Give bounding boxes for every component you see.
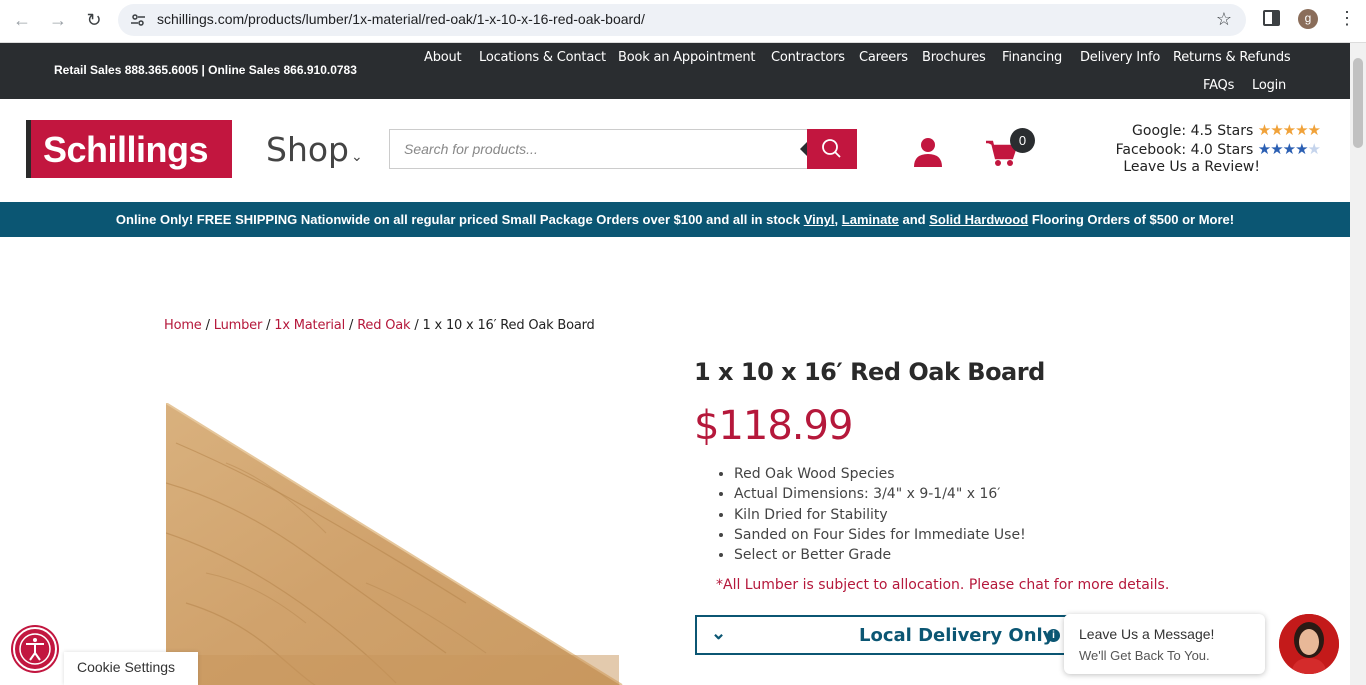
promo-link-solid-hardwood[interactable]: Solid Hardwood (929, 212, 1028, 227)
phone-numbers: Retail Sales 888.365.6005 | Online Sales… (54, 63, 357, 77)
account-icon[interactable] (913, 137, 943, 167)
breadcrumb-home[interactable]: Home (164, 318, 202, 333)
chevron-down-icon: ⌄ (351, 149, 363, 165)
facebook-stars-icon: ★★★★★ (1257, 140, 1321, 158)
nav-login[interactable]: Login (1252, 78, 1286, 93)
nav-book-appointment[interactable]: Book an Appointment (618, 50, 756, 65)
promo-link-vinyl[interactable]: Vinyl (804, 212, 835, 227)
site-header: Schillings Shop ⌄ Search for products... … (0, 99, 1350, 202)
promo-link-laminate[interactable]: Laminate (842, 212, 899, 227)
menu-kebab-icon[interactable]: ⋮ (1338, 8, 1356, 28)
nav-brochures[interactable]: Brochures (922, 50, 986, 65)
nav-about[interactable]: About (424, 50, 462, 65)
search-button[interactable] (800, 129, 857, 169)
feature-item: Kiln Dried for Stability (734, 506, 1026, 526)
product-title: 1 x 10 x 16′ Red Oak Board (694, 358, 1045, 386)
feature-item: Sanded on Four Sides for Immediate Use! (734, 526, 1026, 546)
chat-popup[interactable]: Leave Us a Message! We'll Get Back To Yo… (1064, 614, 1265, 674)
address-bar[interactable]: schillings.com/products/lumber/1x-materi… (118, 4, 1246, 36)
info-icon[interactable]: i (1047, 629, 1060, 642)
site-info-icon[interactable] (130, 12, 146, 28)
chevron-down-icon: ⌄ (711, 623, 727, 643)
back-icon[interactable]: ← (10, 8, 34, 32)
url-text: schillings.com/products/lumber/1x-materi… (157, 11, 645, 27)
promo-and: and (902, 212, 926, 227)
feature-item: Select or Better Grade (734, 546, 1026, 566)
breadcrumb: Home / Lumber/1x Material / Red Oak/1 x 10 x… (164, 318, 595, 333)
facebook-rating-text: Facebook: 4.0 Stars (1115, 142, 1254, 158)
google-rating[interactable]: Google: 4.5 Stars ★★★★★ (1132, 121, 1321, 139)
cookie-settings-button[interactable]: Cookie Settings (64, 652, 198, 685)
reload-icon[interactable]: ↻ (82, 8, 106, 32)
nav-financing[interactable]: Financing (1002, 50, 1062, 65)
shop-label: Shop (266, 130, 349, 169)
leave-review-link[interactable]: Leave Us a Review! (1123, 159, 1260, 175)
promo-text: Online Only! FREE SHIPPING Nationwide on… (115, 212, 801, 227)
promo-sep: , (834, 212, 839, 227)
cart-count-badge: 0 (1010, 128, 1035, 153)
facebook-rating[interactable]: Facebook: 4.0 Stars ★★★★★ (1115, 140, 1321, 158)
chat-agent-avatar[interactable] (1279, 614, 1339, 674)
promo-banner: Online Only! FREE SHIPPING Nationwide on… (0, 202, 1350, 237)
nav-faqs[interactable]: FAQs (1203, 78, 1234, 93)
feature-item: Actual Dimensions: 3/4" x 9-1/4" x 16′ (734, 485, 1026, 505)
accessibility-button[interactable] (13, 627, 57, 671)
google-stars-icon: ★★★★★ (1257, 121, 1321, 139)
shop-menu[interactable]: Shop ⌄ (266, 130, 363, 169)
browser-toolbar: ← → ↻ schillings.com/products/lumber/1x-… (0, 0, 1366, 43)
nav-careers[interactable]: Careers (859, 50, 908, 65)
breadcrumb-1x-material[interactable]: 1x Material (274, 318, 345, 333)
schillings-logo[interactable]: Schillings (26, 120, 232, 178)
chat-line-2: We'll Get Back To You. (1079, 648, 1210, 663)
forward-icon[interactable]: → (46, 8, 70, 32)
red-oak-board-image (166, 403, 623, 685)
bookmark-star-icon[interactable]: ☆ (1216, 9, 1232, 30)
product-features: Red Oak Wood Species Actual Dimensions: … (734, 465, 1026, 566)
breadcrumb-current: 1 x 10 x 16′ Red Oak Board (422, 318, 595, 333)
profile-avatar[interactable]: g (1298, 9, 1318, 29)
side-panel-icon[interactable] (1263, 10, 1280, 26)
search-icon (822, 139, 841, 158)
google-rating-text: Google: 4.5 Stars (1132, 123, 1254, 139)
breadcrumb-red-oak[interactable]: Red Oak (357, 318, 410, 333)
top-utility-bar: Retail Sales 888.365.6005 | Online Sales… (0, 43, 1350, 99)
feature-item: Red Oak Wood Species (734, 465, 1026, 485)
promo-text-end: Flooring Orders of $500 or More! (1031, 212, 1235, 227)
search-input[interactable]: Search for products... (404, 141, 538, 157)
local-delivery-toggle[interactable]: ⌄ Local Delivery Only i (695, 615, 1095, 655)
breadcrumb-lumber[interactable]: Lumber (214, 318, 263, 333)
scrollbar-thumb[interactable] (1353, 58, 1363, 148)
accessibility-icon (19, 633, 51, 665)
chat-line-1: Leave Us a Message! (1079, 626, 1215, 642)
nav-delivery-info[interactable]: Delivery Info (1080, 50, 1160, 65)
nav-contractors[interactable]: Contractors (771, 50, 845, 65)
product-image[interactable] (166, 403, 626, 685)
nav-returns-refunds[interactable]: Returns & Refunds (1173, 50, 1291, 65)
agent-photo-icon (1279, 614, 1339, 674)
allocation-note: *All Lumber is subject to allocation. Pl… (716, 577, 1170, 593)
product-price: $118.99 (694, 403, 853, 449)
nav-locations-contact[interactable]: Locations & Contact (479, 50, 606, 65)
search-box[interactable]: Search for products... (389, 129, 857, 169)
logo-text: Schillings (43, 129, 209, 170)
page-scrollbar[interactable] (1350, 43, 1366, 685)
delivery-label: Local Delivery Only (859, 625, 1055, 646)
